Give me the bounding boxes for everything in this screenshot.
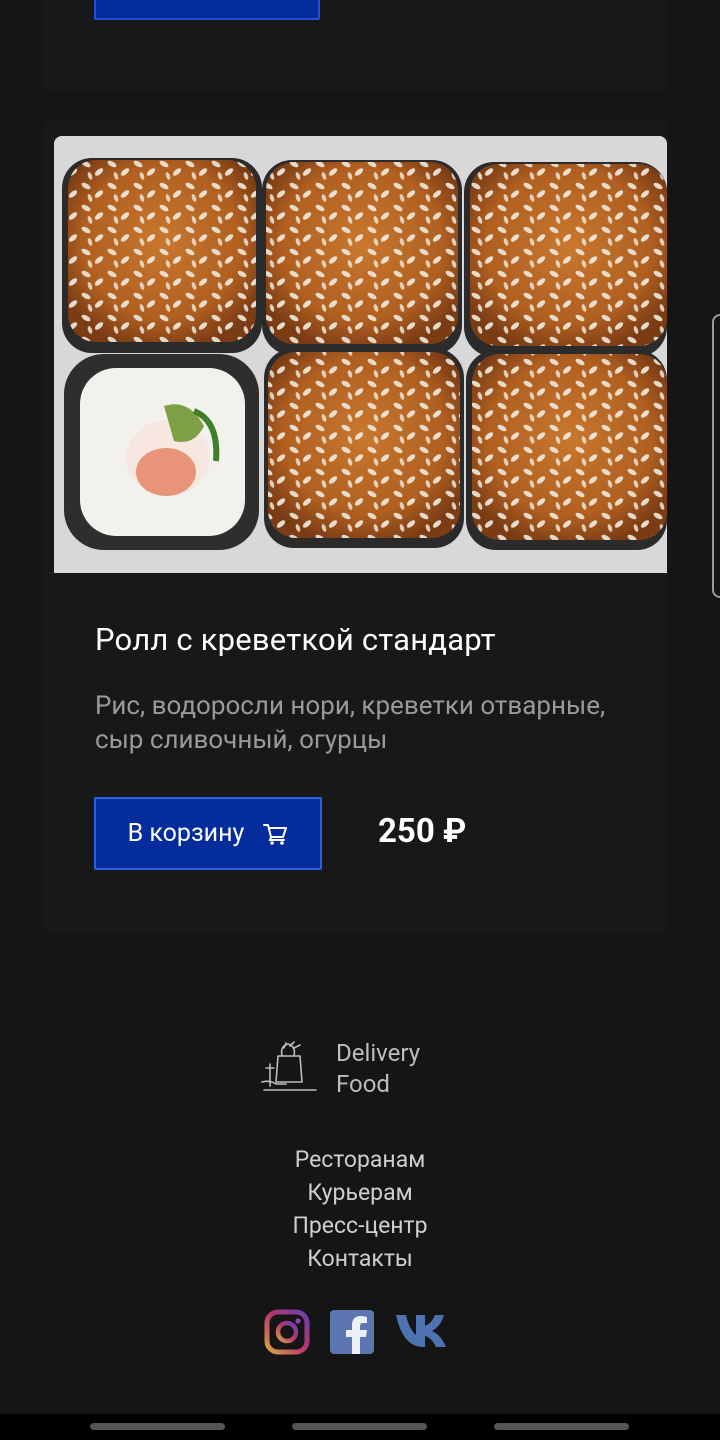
logo-text-line1: Delivery [336, 1039, 421, 1067]
add-to-cart-label: В корзину [127, 819, 245, 848]
product-price: 250 ₽ [378, 812, 467, 851]
social-links [264, 1309, 464, 1357]
nav-pill-left[interactable] [90, 1423, 225, 1430]
shopping-cart-icon [263, 823, 288, 845]
footer-links: Ресторанам Курьерам Пресс-центр Контакты [0, 1143, 720, 1275]
footer-link-couriers[interactable]: Курьерам [0, 1176, 720, 1209]
footer-link-contacts[interactable]: Контакты [0, 1242, 720, 1275]
system-navigation-bar [0, 1414, 720, 1440]
instagram-icon[interactable] [264, 1309, 310, 1355]
delivery-bag-icon [261, 1041, 317, 1091]
footer-link-press-center[interactable]: Пресс-центр [0, 1209, 720, 1242]
product-image [54, 136, 667, 573]
nav-pill-right[interactable] [494, 1423, 629, 1430]
add-to-cart-button[interactable]: В корзину [94, 797, 322, 870]
vk-icon[interactable] [394, 1309, 458, 1349]
footer-logo[interactable]: Delivery Food [258, 1038, 458, 1102]
facebook-icon[interactable] [330, 1309, 374, 1355]
nav-pill-center[interactable] [292, 1423, 427, 1430]
footer-link-restaurants[interactable]: Ресторанам [0, 1143, 720, 1176]
product-description: Рис, водоросли нори, креветки отварные, … [95, 691, 606, 755]
edge-scroll-handle[interactable] [712, 314, 720, 598]
previous-add-to-cart-button[interactable] [94, 0, 320, 20]
product-title: Ролл с креветкой стандарт [95, 621, 496, 658]
logo-text-line2: Food [336, 1070, 390, 1098]
